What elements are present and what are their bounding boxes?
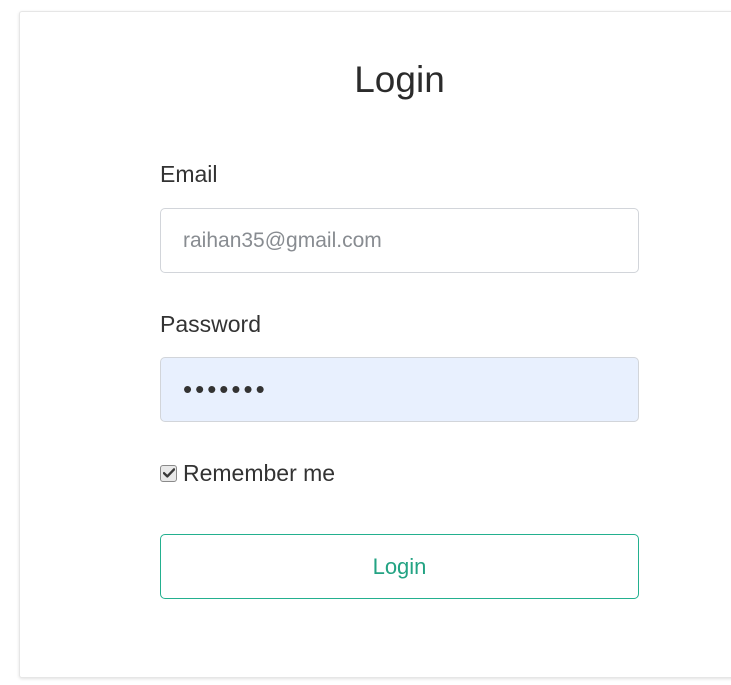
- remember-me-checkbox[interactable]: [160, 464, 177, 482]
- login-card: Login Email Password ••••••• Remember me…: [19, 11, 731, 678]
- password-value: •••••••: [183, 374, 268, 404]
- email-label: Email: [160, 161, 218, 187]
- password-label: Password: [160, 311, 261, 337]
- login-button[interactable]: Login: [160, 534, 639, 599]
- remember-me-label: Remember me: [183, 460, 336, 486]
- password-input[interactable]: •••••••: [160, 357, 639, 422]
- remember-me-row[interactable]: Remember me: [160, 458, 335, 488]
- check-icon: [162, 468, 175, 478]
- email-input[interactable]: [160, 208, 639, 273]
- page-title: Login: [354, 59, 445, 100]
